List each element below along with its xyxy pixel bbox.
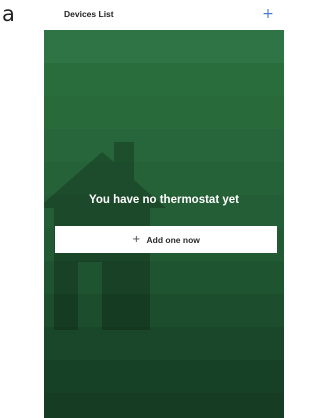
plus-icon: + xyxy=(132,234,141,245)
page-title: Devices List xyxy=(64,9,114,19)
plus-icon: + xyxy=(262,6,274,22)
app-screen: Devices List + You have no thermostat ye… xyxy=(44,0,284,418)
empty-state-message: You have no thermostat yet xyxy=(89,194,239,206)
add-one-now-label: Add one now xyxy=(146,234,200,245)
figure-panel: a Devices List + You have no thermostat … xyxy=(0,0,284,418)
panel-letter: a xyxy=(2,2,15,26)
add-one-now-button[interactable]: + Add one now xyxy=(55,226,277,253)
add-device-button[interactable]: + xyxy=(260,7,276,23)
empty-state-panel: You have no thermostat yet + Add one now xyxy=(44,30,284,418)
navigation-bar: Devices List + xyxy=(44,0,284,30)
house-icon xyxy=(44,142,166,330)
